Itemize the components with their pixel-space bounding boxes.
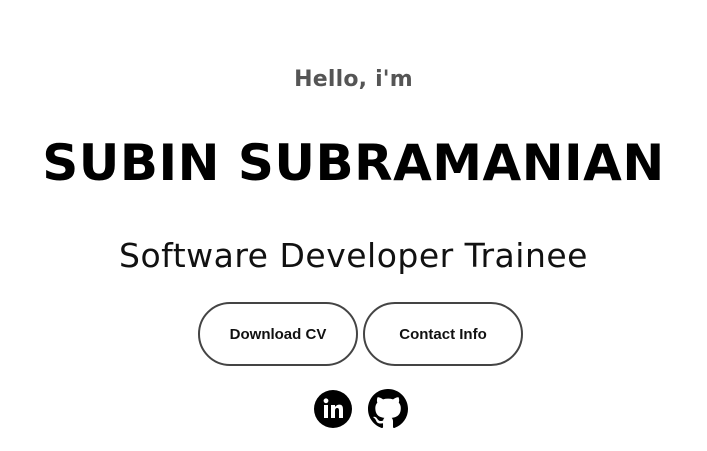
github-icon[interactable]	[368, 389, 408, 429]
contact-info-button[interactable]: Contact Info	[363, 302, 523, 366]
social-links	[0, 389, 707, 429]
profile-hero: Hello, i'm SUBIN SUBRAMANIAN Software De…	[0, 0, 707, 451]
download-cv-button[interactable]: Download CV	[198, 302, 358, 366]
action-buttons: Download CV Contact Info	[0, 302, 707, 370]
linkedin-icon[interactable]	[313, 389, 353, 429]
profile-role: Software Developer Trainee	[119, 236, 588, 275]
profile-name: SUBIN SUBRAMANIAN	[42, 134, 665, 192]
greeting-text: Hello, i'm	[294, 67, 413, 92]
